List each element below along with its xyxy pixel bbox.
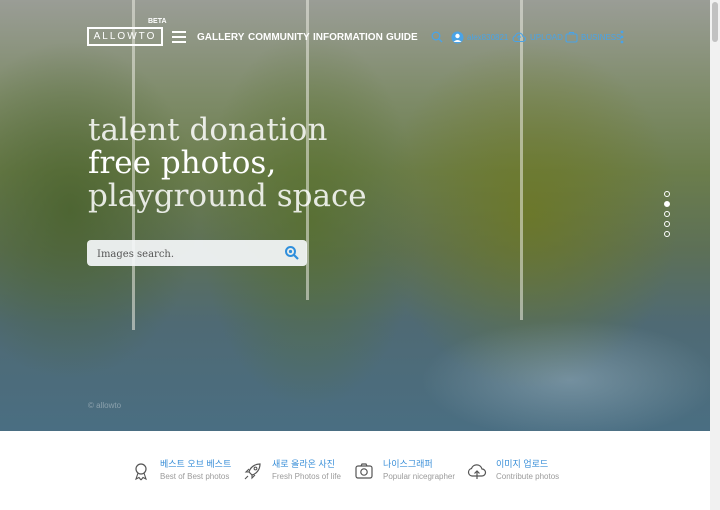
- slide-dot-3[interactable]: [664, 211, 670, 217]
- nav-guide[interactable]: GUIDE: [386, 32, 418, 43]
- rocket-icon: [244, 463, 261, 480]
- search-input[interactable]: [95, 244, 279, 264]
- feature-subtitle: Fresh Photos of life: [272, 472, 341, 481]
- slide-dot-2[interactable]: [664, 201, 670, 207]
- feature-subtitle: Best of Best photos: [160, 472, 230, 481]
- camera-icon: [355, 463, 373, 479]
- slide-dot-1[interactable]: [664, 191, 670, 197]
- nav-community[interactable]: COMMUNITY: [248, 32, 310, 43]
- business-icon[interactable]: [565, 31, 578, 43]
- headline-line-1: talent donation: [88, 112, 328, 148]
- slide-indicator: [664, 191, 670, 241]
- search-box: [87, 240, 307, 266]
- water-sparkle: [420, 320, 710, 431]
- nav-gallery[interactable]: GALLERY: [197, 32, 244, 43]
- headline-line-3: playground space: [88, 178, 367, 214]
- more-vertical-icon[interactable]: [620, 30, 624, 44]
- site-logo[interactable]: ALLOWTO: [87, 27, 163, 46]
- feature-title: 새로 올라온 사진: [272, 459, 335, 469]
- vertical-scrollbar[interactable]: [710, 0, 720, 510]
- feature-bar: 베스트 오브 베스트 Best of Best photos 새로 올라온 사진…: [0, 431, 710, 510]
- username-link[interactable]: alex830821: [467, 33, 508, 42]
- slide-dot-5[interactable]: [664, 231, 670, 237]
- logo-text: ALLOWTO: [93, 31, 157, 42]
- search-icon[interactable]: [431, 31, 443, 43]
- upload-link[interactable]: UPLOAD: [530, 33, 563, 42]
- hero-banner: ALLOWTO BETA GALLERY COMMUNITY INFORMATI…: [0, 0, 710, 431]
- feature-subtitle: Popular nicegrapher: [383, 472, 456, 481]
- feature-title: 이미지 업로드: [496, 459, 549, 469]
- slide-dot-4[interactable]: [664, 221, 670, 227]
- cloud-upload-icon: [467, 464, 487, 479]
- headline-line-2: free photos,: [88, 145, 277, 181]
- nav-information[interactable]: INFORMATION: [313, 32, 383, 43]
- hamburger-menu-icon[interactable]: [172, 31, 186, 43]
- site-header: ALLOWTO BETA GALLERY COMMUNITY INFORMATI…: [0, 0, 710, 70]
- search-button-icon[interactable]: [284, 245, 300, 261]
- feature-subtitle: Contribute photos: [496, 472, 560, 481]
- beta-badge: BETA: [148, 18, 167, 25]
- medal-icon: [135, 463, 147, 481]
- photo-credit: © allowto: [88, 401, 122, 410]
- feature-title: 베스트 오브 베스트: [160, 459, 232, 469]
- scrollbar-thumb[interactable]: [712, 2, 718, 42]
- feature-title: 나이스그래퍼: [383, 459, 433, 469]
- upload-cloud-icon[interactable]: [512, 31, 526, 43]
- business-link[interactable]: BUSINESS: [581, 33, 621, 42]
- user-avatar-icon[interactable]: [451, 31, 464, 44]
